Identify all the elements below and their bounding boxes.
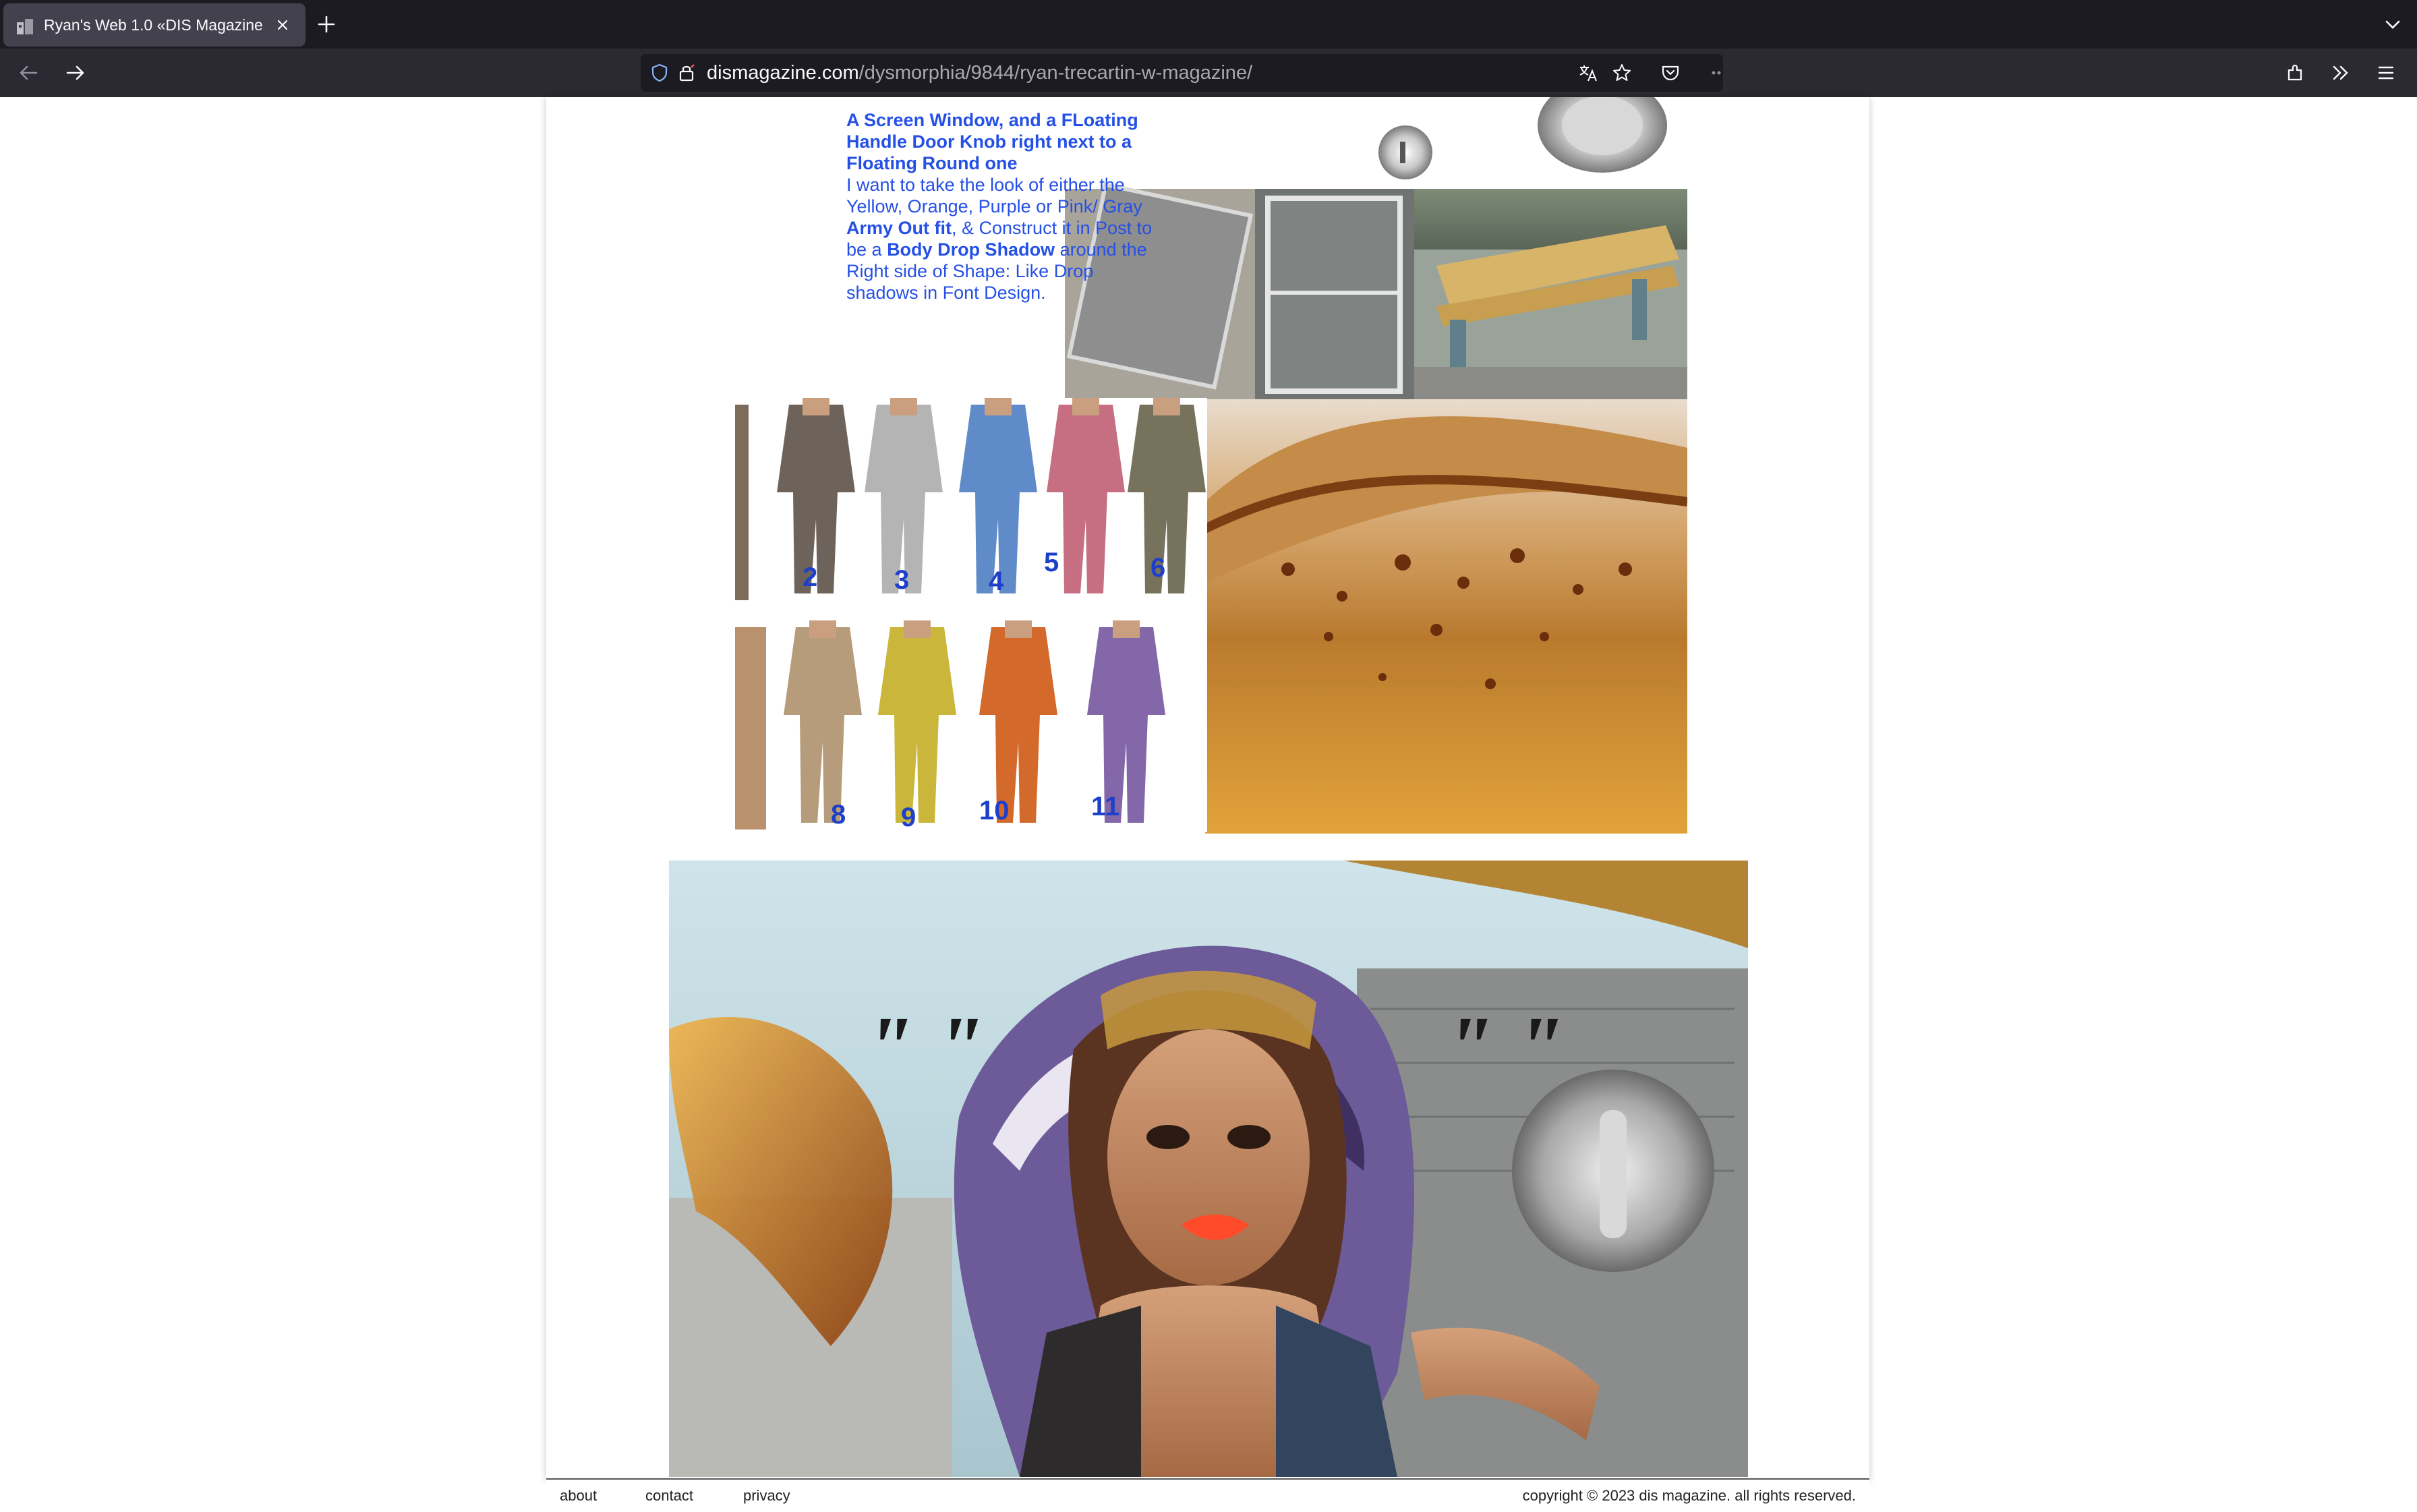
caption-heading: A Screen Window, and a FLoating Handle D… xyxy=(846,110,1138,173)
suit-number-label: 3 xyxy=(894,565,910,595)
caption-body-3: Body Drop Shadow xyxy=(887,239,1055,260)
site-footer: about contact privacy copyright © 2023 d… xyxy=(546,1478,1869,1512)
extensions-icon[interactable] xyxy=(2283,61,2308,85)
svg-text:" ": " " xyxy=(1445,999,1564,1096)
hero-portrait-image: " " " " xyxy=(669,861,1748,1477)
address-bar[interactable]: dismagazine.com/dysmorphia/9844/ryan-tre… xyxy=(641,54,1723,92)
suit-number-label: 2 xyxy=(803,562,818,592)
suit-number-label: 5 xyxy=(1044,548,1059,577)
site-favicon-icon xyxy=(17,19,33,34)
suit-number-label: 9 xyxy=(901,803,916,832)
lock-icon[interactable] xyxy=(677,63,696,82)
close-icon[interactable] xyxy=(272,14,293,36)
army-suits-image xyxy=(735,398,1206,830)
svg-text:" ": " " xyxy=(865,999,984,1096)
footer-link-privacy[interactable]: privacy xyxy=(743,1480,790,1512)
plus-icon[interactable] xyxy=(314,12,339,36)
url-domain: dismagazine.com xyxy=(707,62,859,84)
url-text[interactable]: dismagazine.com/dysmorphia/9844/ryan-tre… xyxy=(707,54,1252,92)
shield-icon[interactable] xyxy=(650,63,669,82)
extension-dots-icon[interactable] xyxy=(1706,63,1726,83)
suit-number-label: 6 xyxy=(1151,553,1166,583)
chevron-down-icon[interactable] xyxy=(2382,13,2404,35)
footer-link-about[interactable]: about xyxy=(560,1480,597,1512)
navigation-toolbar: dismagazine.com/dysmorphia/9844/ryan-tre… xyxy=(0,49,2417,97)
collage-caption: A Screen Window, and a FLoating Handle D… xyxy=(846,109,1163,303)
tab-strip: Ryan's Web 1.0 «DIS Magazine xyxy=(0,0,2417,49)
url-path: /dysmorphia/9844/ryan-trecartin-w-magazi… xyxy=(858,62,1253,84)
caption-body-1: Army Out fit xyxy=(846,218,952,238)
star-icon[interactable] xyxy=(1612,63,1632,83)
forward-arrow-icon[interactable] xyxy=(63,61,88,85)
tab-title: Ryan's Web 1.0 «DIS Magazine xyxy=(44,16,263,34)
army-suits-panel: 2 3 4 5 6 8 9 10 11 xyxy=(735,398,1207,832)
menu-icon[interactable] xyxy=(2374,61,2398,85)
footer-copyright: copyright © 2023 dis magazine. all right… xyxy=(1522,1487,1856,1504)
caption-body-0: I want to take the look of either the Ye… xyxy=(846,175,1142,216)
back-arrow-icon[interactable] xyxy=(16,61,40,85)
suit-number-label: 4 xyxy=(989,566,1004,596)
overflow-icon[interactable] xyxy=(2328,61,2352,85)
suit-number-label: 8 xyxy=(831,800,846,830)
hero-photo: " " " " xyxy=(669,861,1748,1477)
pocket-icon[interactable] xyxy=(1660,63,1681,83)
translate-icon[interactable] xyxy=(1578,63,1598,83)
suit-number-label: 11 xyxy=(1091,792,1120,821)
footer-link-contact[interactable]: contact xyxy=(645,1480,693,1512)
suit-number-label: 10 xyxy=(979,796,1010,825)
browser-tab-active[interactable]: Ryan's Web 1.0 «DIS Magazine xyxy=(3,3,305,47)
